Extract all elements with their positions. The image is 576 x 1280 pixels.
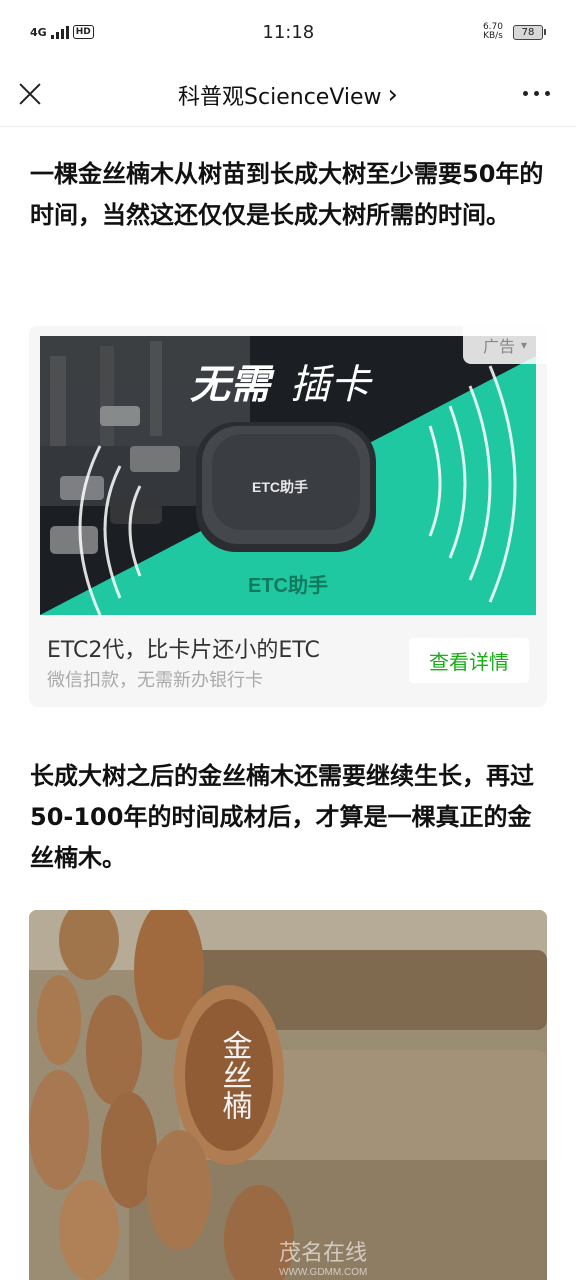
network-speed: 6.70 KB/s bbox=[483, 23, 503, 41]
nav-bar: 科普观ScienceView › bbox=[0, 64, 576, 127]
hd-badge: HD bbox=[72, 25, 94, 39]
ad-tag-label: 广告 bbox=[482, 337, 515, 356]
article-image[interactable]: 金丝楠 茂名在线 WWW.GDMM.COM bbox=[29, 910, 547, 1280]
battery-icon: 78 bbox=[513, 24, 546, 40]
status-time: 11:18 bbox=[262, 21, 315, 43]
article-paragraph-2: 长成大树之后的金丝楠木还需要继续生长，再过50-100年的时间成材后，才算是一棵… bbox=[30, 762, 534, 872]
battery-level: 78 bbox=[521, 26, 535, 38]
ad-subtitle: 微信扣款，无需新办银行卡 bbox=[47, 670, 263, 691]
ad-headline-rest: 插卡 bbox=[290, 363, 373, 407]
carved-text: 金丝楠 bbox=[217, 1030, 253, 1120]
ad-banner-graphic: 无需 插卡 ETC助手 ETC助手 bbox=[40, 336, 536, 615]
ad-image[interactable]: 无需 插卡 ETC助手 ETC助手 bbox=[40, 336, 536, 615]
chevron-down-icon: ▾ bbox=[520, 338, 528, 352]
account-title[interactable]: 科普观ScienceView › bbox=[178, 79, 398, 111]
ad-tag[interactable]: 广告 ▾ bbox=[463, 326, 547, 364]
network-label: 4G bbox=[30, 25, 47, 39]
article-paragraph-1: 一棵金丝楠木从树苗到长成大树至少需要50年的时间，当然这还仅仅是长成大树所需的时… bbox=[30, 160, 544, 229]
speed-unit: KB/s bbox=[483, 31, 503, 41]
status-right: 6.70 KB/s 78 bbox=[483, 23, 546, 41]
signal-icon bbox=[50, 25, 69, 39]
watermark-url: WWW.GDMM.COM bbox=[279, 1267, 367, 1278]
ad-card[interactable]: 无需 插卡 ETC助手 ETC助手 广告 ▾ ETC2代，比卡片还小的ETC 微… bbox=[29, 326, 547, 707]
more-icon[interactable] bbox=[523, 91, 550, 96]
ad-title: ETC2代，比卡片还小的ETC bbox=[47, 638, 320, 663]
ad-headline-bold: 无需 bbox=[190, 363, 275, 407]
account-name: 科普观ScienceView bbox=[178, 85, 382, 110]
close-icon[interactable] bbox=[18, 81, 42, 105]
logs-photo: 金丝楠 茂名在线 WWW.GDMM.COM bbox=[29, 910, 547, 1280]
watermark-text: 茂名在线 bbox=[279, 1240, 367, 1265]
chevron-right-icon: › bbox=[387, 80, 398, 110]
status-left: 4G HD bbox=[30, 25, 94, 39]
ad-brand-logo: ETC助手 bbox=[248, 573, 328, 597]
device-label: ETC助手 bbox=[252, 479, 308, 495]
view-details-button[interactable]: 查看详情 bbox=[409, 638, 529, 683]
status-bar: 4G HD 11:18 6.70 KB/s 78 bbox=[0, 0, 576, 64]
